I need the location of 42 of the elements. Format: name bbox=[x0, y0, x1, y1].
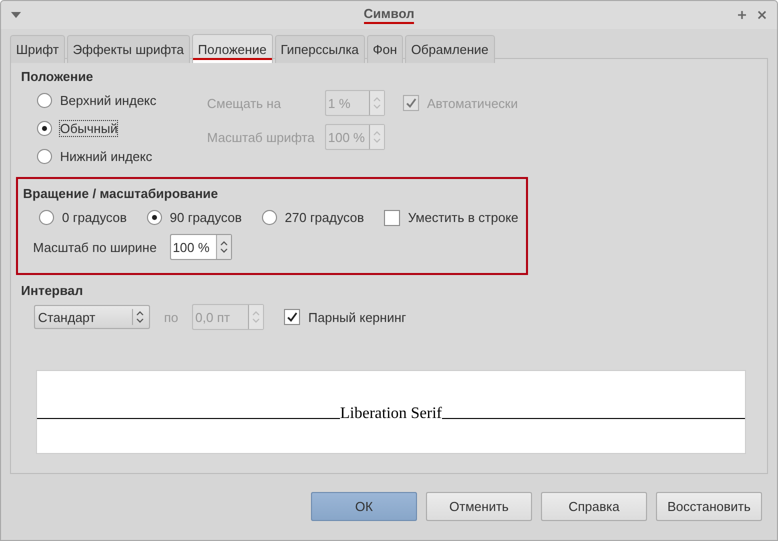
maximize-icon[interactable] bbox=[737, 10, 747, 20]
checkbox-label: Парный кернинг bbox=[308, 310, 406, 324]
tab[interactable]: Шрифт bbox=[10, 35, 65, 63]
tab[interactable]: Эффекты шрифта bbox=[66, 35, 190, 63]
tab[interactable]: Положение bbox=[192, 34, 273, 63]
radio-label: Верхний индекс bbox=[60, 93, 156, 108]
spacing-dropdown[interactable]: Стандарт bbox=[34, 305, 150, 329]
radio-button[interactable] bbox=[37, 93, 52, 108]
window-title: Символ bbox=[364, 6, 414, 24]
spin-arrows-icon[interactable] bbox=[216, 235, 231, 259]
preview-text: Liberation Serif bbox=[340, 405, 442, 423]
tab[interactable]: Фон bbox=[366, 35, 404, 63]
spin-field[interactable]: 100 % bbox=[170, 234, 232, 260]
dialog-button[interactable]: Восстановить bbox=[656, 492, 762, 521]
field-label: по bbox=[164, 310, 178, 324]
field-label: Масштаб по ширине bbox=[33, 240, 157, 254]
radio-button[interactable] bbox=[262, 210, 277, 225]
dialog-button[interactable]: ОК bbox=[311, 492, 417, 521]
dialog-button[interactable]: Справка bbox=[541, 492, 647, 521]
radio-button[interactable] bbox=[37, 149, 52, 164]
close-icon[interactable] bbox=[757, 10, 767, 20]
checkbox-label: Автоматически bbox=[427, 96, 518, 110]
section-heading: Положение bbox=[21, 69, 94, 84]
radio-button[interactable] bbox=[37, 121, 52, 136]
tab[interactable]: Гиперссылка bbox=[274, 35, 365, 63]
dialog-button[interactable]: Отменить bbox=[426, 492, 532, 521]
field-label: Смещать на bbox=[207, 96, 282, 110]
radio-button[interactable] bbox=[146, 210, 162, 225]
window-menu-icon[interactable] bbox=[11, 12, 21, 18]
section-heading: Вращение / масштабирование bbox=[23, 186, 220, 201]
radio-label: 0 градусов bbox=[62, 210, 127, 225]
tab[interactable]: Обрамление bbox=[405, 35, 495, 63]
radio-label: Обычный bbox=[60, 121, 118, 136]
checkbox[interactable] bbox=[384, 210, 400, 226]
field-label: Масштаб шрифта bbox=[207, 130, 316, 144]
checkbox-label: Уместить в строке bbox=[408, 210, 518, 225]
radio-button[interactable] bbox=[39, 210, 54, 225]
radio-label: 270 градусов bbox=[284, 210, 364, 225]
checkbox[interactable] bbox=[284, 309, 300, 325]
section-heading: Интервал bbox=[21, 283, 84, 298]
radio-label: Нижний индекс bbox=[60, 149, 152, 164]
radio-label: 90 градусов bbox=[170, 210, 242, 225]
